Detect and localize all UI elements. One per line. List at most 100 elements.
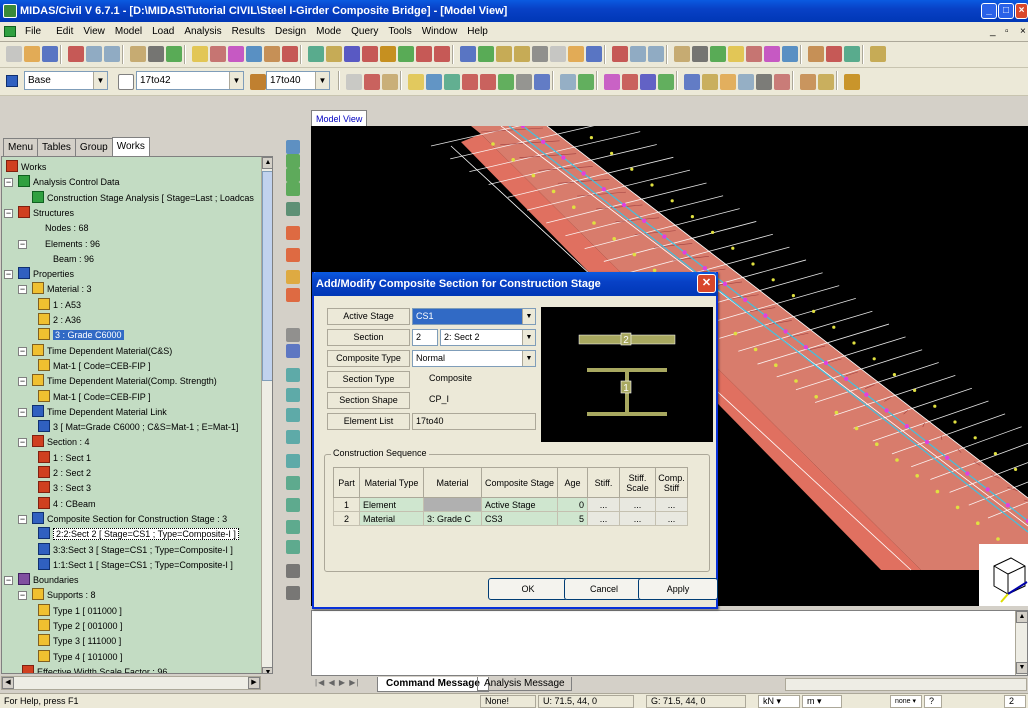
cancel-button[interactable]: Cancel bbox=[564, 578, 644, 600]
element-list-field[interactable]: 17to40 bbox=[412, 413, 536, 430]
coord-system-select[interactable]: Base ▼ bbox=[24, 71, 108, 90]
force-unit-select[interactable]: kN ▾ bbox=[758, 695, 800, 708]
view-tool-icon[interactable] bbox=[286, 564, 300, 578]
toolbar-button-icon[interactable] bbox=[264, 46, 280, 62]
cell-comp-stiff-button[interactable]: ... bbox=[655, 511, 688, 526]
tree-item[interactable]: Type 4 [ 101000 ] bbox=[38, 649, 123, 665]
toolbar-button-icon[interactable] bbox=[578, 74, 594, 90]
tree-item[interactable]: Beam : 96 bbox=[40, 251, 94, 267]
collapse-icon[interactable]: − bbox=[18, 591, 27, 601]
collapse-icon[interactable]: − bbox=[4, 178, 13, 188]
length-unit-select[interactable]: m ▾ bbox=[802, 695, 842, 708]
toolbar-button-icon[interactable] bbox=[756, 74, 772, 90]
toolbar-button-icon[interactable] bbox=[568, 46, 584, 62]
toolbar-button-icon[interactable] bbox=[478, 46, 494, 62]
tree-item[interactable]: Supports : 8 bbox=[32, 587, 96, 603]
toolbar-button-icon[interactable] bbox=[622, 74, 638, 90]
toolbar-button-icon[interactable] bbox=[640, 74, 656, 90]
toolbar-button-icon[interactable] bbox=[826, 46, 842, 62]
cell-stiff-button[interactable]: ... bbox=[587, 511, 620, 526]
toolbar-button-icon[interactable] bbox=[764, 46, 780, 62]
toolbar-button-icon[interactable] bbox=[282, 46, 298, 62]
toolbar-button-icon[interactable] bbox=[228, 46, 244, 62]
toolbar-button-icon[interactable] bbox=[800, 74, 816, 90]
view-tool-icon[interactable] bbox=[286, 182, 300, 196]
scroll-thumb[interactable] bbox=[262, 171, 272, 381]
toolbar-button-icon[interactable] bbox=[380, 46, 396, 62]
tree-item[interactable]: Analysis Control Data bbox=[18, 174, 120, 190]
menu-file[interactable]: File bbox=[0, 22, 51, 42]
tree-item[interactable]: Mat-1 [ Code=CEB-FIP ] bbox=[38, 389, 151, 405]
toolbar-button-icon[interactable] bbox=[346, 74, 362, 90]
cell-age[interactable]: 5 bbox=[557, 511, 588, 526]
cell-comp-stiff-button[interactable]: ... bbox=[655, 497, 688, 512]
tree-item[interactable]: Composite Section for Construction Stage… bbox=[32, 511, 227, 527]
menu-model[interactable]: Model bbox=[110, 22, 147, 42]
toolbar-button-icon[interactable] bbox=[104, 46, 120, 62]
toolbar-button-icon[interactable] bbox=[870, 46, 886, 62]
collapse-icon[interactable]: − bbox=[18, 285, 27, 295]
toolbar-button-icon[interactable] bbox=[326, 46, 342, 62]
view-tool-icon[interactable] bbox=[286, 476, 300, 490]
toolbar-button-icon[interactable] bbox=[728, 46, 744, 62]
tab-group[interactable]: Group bbox=[74, 138, 113, 156]
collapse-icon[interactable]: − bbox=[18, 346, 27, 356]
ok-button[interactable]: OK bbox=[488, 578, 568, 600]
minimize-icon[interactable]: _ bbox=[981, 3, 997, 19]
cell-material[interactable]: 3: Grade C bbox=[423, 511, 482, 526]
toolbar-button-icon[interactable] bbox=[434, 46, 450, 62]
collapse-icon[interactable]: − bbox=[18, 438, 27, 448]
tree-item[interactable]: Elements : 96 bbox=[32, 236, 100, 252]
toolbar-button-icon[interactable] bbox=[844, 74, 860, 90]
toolbar-button-icon[interactable] bbox=[462, 74, 478, 90]
cell-material-type[interactable]: Element bbox=[359, 497, 424, 512]
collapse-icon[interactable]: − bbox=[4, 576, 13, 586]
tree-item[interactable]: Time Dependent Material Link bbox=[32, 404, 167, 420]
menu-help[interactable]: Help bbox=[462, 22, 493, 42]
message-hscrollbar[interactable] bbox=[785, 678, 1027, 691]
toolbar-button-icon[interactable] bbox=[604, 74, 620, 90]
view-tool-icon[interactable] bbox=[286, 226, 300, 240]
view-tool-icon[interactable] bbox=[286, 168, 300, 182]
tab-nav-arrows[interactable]: |◀ ◀ ▶ ▶| bbox=[315, 678, 373, 690]
tree-item[interactable]: Nodes : 68 bbox=[32, 220, 89, 236]
toolbar-button-icon[interactable] bbox=[398, 46, 414, 62]
scroll-up-icon[interactable]: ▲ bbox=[1016, 611, 1028, 623]
close-icon[interactable]: × bbox=[1015, 3, 1028, 19]
mdi-restore-icon[interactable]: ▫ bbox=[1003, 22, 1011, 42]
toolbar-button-icon[interactable] bbox=[738, 74, 754, 90]
view-tool-icon[interactable] bbox=[286, 248, 300, 262]
cell-composite-stage[interactable]: CS3 bbox=[481, 511, 558, 526]
tree-scrollbar[interactable]: ▲ ▼ bbox=[261, 157, 272, 673]
toolbar-button-icon[interactable] bbox=[658, 74, 674, 90]
toolbar-button-icon[interactable] bbox=[782, 46, 798, 62]
toolbar-button-icon[interactable] bbox=[746, 46, 762, 62]
tree-item[interactable]: Construction Stage Analysis [ Stage=Last… bbox=[32, 190, 254, 206]
tree-item[interactable]: Type 3 [ 111000 ] bbox=[38, 633, 121, 649]
message-scrollbar[interactable]: ▲ ▼ bbox=[1015, 611, 1028, 675]
tab-command-message[interactable]: Command Message bbox=[377, 677, 489, 692]
menu-load[interactable]: Load bbox=[147, 22, 179, 42]
menu-view[interactable]: View bbox=[78, 22, 110, 42]
toolbar-button-icon[interactable] bbox=[344, 46, 360, 62]
view-tool-icon[interactable] bbox=[286, 586, 300, 600]
collapse-icon[interactable]: − bbox=[4, 208, 13, 218]
tree-item[interactable]: 2 : A36 bbox=[38, 312, 81, 328]
tree-item[interactable]: 4 : CBeam bbox=[38, 496, 96, 512]
tree-item[interactable]: Structures bbox=[18, 205, 74, 221]
tree-item[interactable]: Type 1 [ 011000 ] bbox=[38, 603, 122, 619]
toolbar-button-icon[interactable] bbox=[382, 74, 398, 90]
tree-item[interactable]: Section : 4 bbox=[32, 434, 90, 450]
menu-edit[interactable]: Edit bbox=[51, 22, 78, 42]
toolbar-button-icon[interactable] bbox=[710, 46, 726, 62]
toolbar-button-icon[interactable] bbox=[408, 74, 424, 90]
menu-results[interactable]: Results bbox=[227, 22, 270, 42]
section-select[interactable]: 2: Sect 2 ▼ bbox=[440, 329, 536, 346]
cell-material-type[interactable]: Material bbox=[359, 511, 424, 526]
toolbar-button-icon[interactable] bbox=[68, 46, 84, 62]
collapse-icon[interactable]: − bbox=[18, 514, 27, 524]
toolbar-button-icon[interactable] bbox=[630, 46, 646, 62]
tree-item[interactable]: 2:2:Sect 2 [ Stage=CS1 ; Type=Composite-… bbox=[38, 526, 239, 542]
toolbar-button-icon[interactable] bbox=[416, 46, 432, 62]
toolbar-button-icon[interactable] bbox=[444, 74, 460, 90]
